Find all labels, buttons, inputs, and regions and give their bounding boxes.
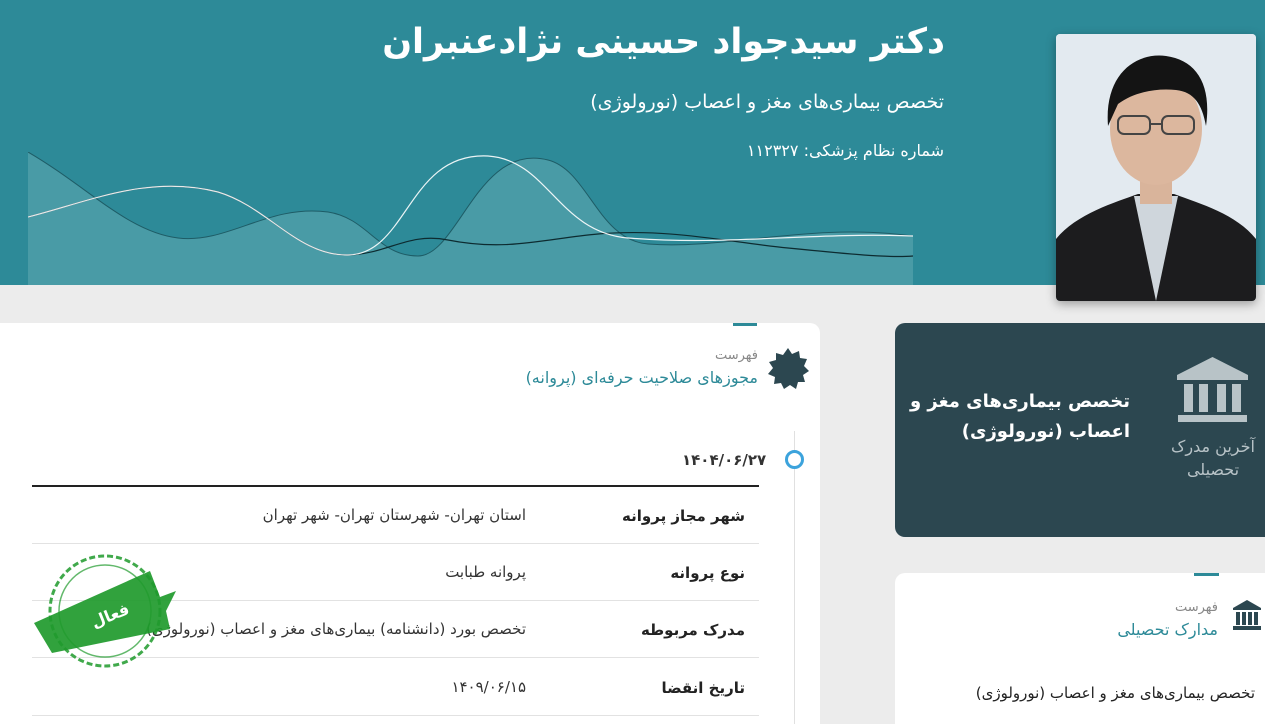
license-issue-date: ۱۴۰۴/۰۶/۲۷ xyxy=(682,451,767,469)
license-row: شهر مجاز پروانه استان تهران- شهرستان تهر… xyxy=(32,487,759,544)
license-row-key: شهر مجاز پروانه xyxy=(622,507,745,525)
degree-item[interactable]: تخصص بیماری‌های مغز و اعصاب (نورولوژی) xyxy=(895,682,1255,704)
license-row-value: تخصص بورد (دانشنامه) بیماری‌های مغز و اع… xyxy=(146,620,526,638)
licenses-card: فهرست مجوزهای صلاحیت حرفه‌ای (پروانه) ۱۴… xyxy=(0,323,820,724)
header-wave-decoration xyxy=(28,152,913,285)
degrees-card: فهرست مدارک تحصیلی تخصص بیماری‌های مغز و… xyxy=(895,573,1265,724)
licenses-section-title: مجوزهای صلاحیت حرفه‌ای (پروانه) xyxy=(525,368,758,387)
timeline-line xyxy=(794,431,795,724)
license-row-key: تاریخ انقضا xyxy=(661,679,745,697)
doctor-name: دکتر سیدجواد حسینی نژادعنبران xyxy=(382,22,945,62)
doctor-specialty: تخصص بیماری‌های مغز و اعصاب (نورولوژی) xyxy=(590,91,944,113)
degrees-section-label: فهرست xyxy=(1174,600,1218,615)
license-row-key: نوع پروانه xyxy=(670,564,745,582)
latest-degree-card: آخرین مدرک تحصیلی تخصص بیماری‌های مغز و … xyxy=(895,323,1265,537)
card-accent xyxy=(733,323,757,326)
medical-license-number: شماره نظام پزشکی: ۱۱۲۳۲۷ xyxy=(746,141,944,160)
seal-badge-icon xyxy=(768,348,809,389)
latest-degree-title: تخصص بیماری‌های مغز و اعصاب (نورولوژی) xyxy=(909,391,1130,442)
museum-icon xyxy=(1177,357,1248,422)
degrees-section-title: مدارک تحصیلی xyxy=(1117,620,1218,639)
doctor-photo xyxy=(1056,34,1256,301)
license-row-value: پروانه طبابت xyxy=(445,563,526,581)
timeline-dot xyxy=(785,450,804,469)
license-row-value: ۱۴۰۹/۰۶/۱۵ xyxy=(451,678,526,696)
latest-degree-caption: آخرین مدرک تحصیلی xyxy=(1171,437,1255,479)
license-row-value: استان تهران- شهرستان تهران- شهر تهران xyxy=(262,506,526,524)
licenses-section-label: فهرست xyxy=(714,348,758,363)
card-accent xyxy=(1194,573,1219,576)
active-status-stamp: فعال xyxy=(34,554,176,668)
museum-icon xyxy=(1233,600,1261,630)
license-row-key: مدرک مربوطه xyxy=(640,621,745,639)
